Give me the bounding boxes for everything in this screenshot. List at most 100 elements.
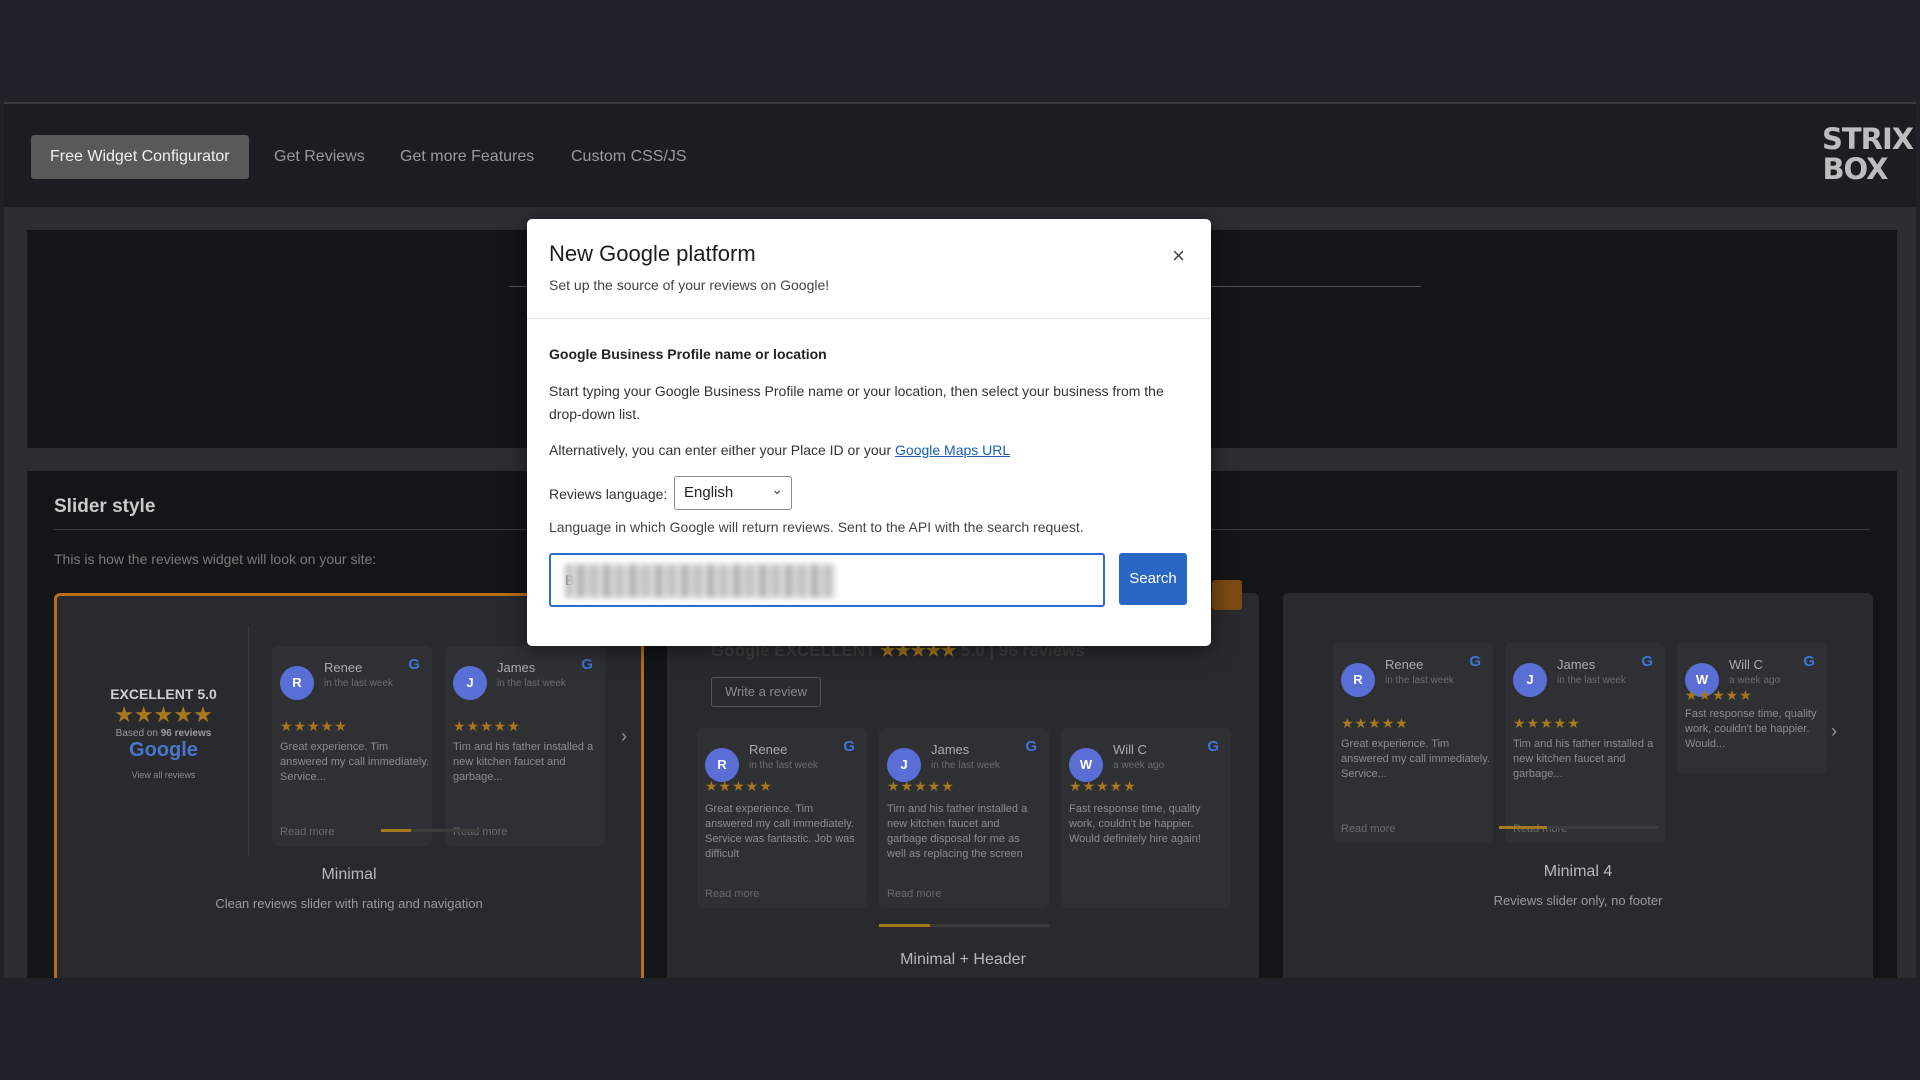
review-time: a week ago <box>1729 675 1781 686</box>
google-icon: G <box>1803 653 1815 670</box>
slider-progress <box>1499 826 1659 829</box>
field-label: Google Business Profile name or location <box>549 346 827 362</box>
reviewer-name: Will C <box>1729 657 1763 672</box>
reviewer-name: Renee <box>324 660 363 675</box>
review-card: W Will C a week ago G ★★★★★ Fast respons… <box>1677 643 1827 773</box>
review-stars: ★★★★★ <box>705 778 773 794</box>
review-text: Tim and his father installed a new kitch… <box>887 803 1028 860</box>
widget-card-minimal[interactable]: EXCELLENT 5.0 ★★★★★ Based on 96 reviews … <box>54 593 644 978</box>
brand-logo: STRIX BOX <box>1822 122 1914 186</box>
review-text: Great experience. Tim answered my call i… <box>705 803 855 860</box>
card-description: Reviews slider only, no footer <box>1493 893 1663 908</box>
redacted-text <box>565 564 835 598</box>
google-maps-url-link[interactable]: Google Maps URL <box>895 442 1010 458</box>
modal-title: New Google platform <box>549 241 756 266</box>
summary-stars: ★★★★★ <box>114 702 213 727</box>
review-time: in the last week <box>1385 675 1454 686</box>
reviewer-name: James <box>1557 657 1596 672</box>
google-icon: G <box>1025 738 1037 755</box>
alternative-text: Alternatively, you can enter either your… <box>549 442 1011 458</box>
review-stars: ★★★★★ <box>1685 687 1753 703</box>
chevron-right-icon[interactable]: › <box>621 726 627 747</box>
new-google-platform-modal: New Google platform Set up the source of… <box>527 219 1211 646</box>
review-card: R Renee in the last week G ★★★★★ Great e… <box>697 728 867 908</box>
review-stars: ★★★★★ <box>887 778 955 794</box>
chevron-right-icon[interactable]: › <box>1831 721 1837 742</box>
screen-bottom-bar <box>0 978 1920 1080</box>
card-title: Minimal <box>321 866 377 883</box>
avatar: J <box>887 748 921 782</box>
review-card: R Renee in the last week G ★★★★★ Great e… <box>1333 643 1493 843</box>
read-more-link[interactable]: Read more <box>705 888 759 900</box>
google-icon: G <box>1469 653 1481 670</box>
card-description: Clean reviews slider with rating and nav… <box>215 896 483 911</box>
card-title: Minimal 4 <box>1543 863 1613 880</box>
review-time: in the last week <box>931 760 1000 771</box>
review-time: in the last week <box>497 678 566 689</box>
search-button[interactable]: Search <box>1119 553 1187 605</box>
google-icon: G <box>581 656 593 673</box>
write-review-button[interactable]: Write a review <box>711 677 821 707</box>
review-time: in the last week <box>324 678 393 689</box>
view-all-reviews-link[interactable]: View all reviews <box>79 770 248 780</box>
review-card: R Renee in the last week G ★★★★★ Great e… <box>272 646 432 846</box>
reviewer-name: Renee <box>1385 657 1424 672</box>
slider-progress <box>381 829 481 832</box>
language-select[interactable]: English ⌄ <box>674 476 792 510</box>
section-description: This is how the reviews widget will look… <box>54 551 377 567</box>
google-icon: G <box>1207 738 1219 755</box>
business-search-input[interactable]: B <box>549 553 1105 607</box>
review-stars: ★★★★★ <box>1069 778 1137 794</box>
tab-free-widget-configurator[interactable]: Free Widget Configurator <box>31 135 249 179</box>
avatar: W <box>1069 748 1103 782</box>
read-more-link[interactable]: Read more <box>280 826 334 838</box>
tab-get-reviews[interactable]: Get Reviews <box>274 135 365 179</box>
read-more-link[interactable]: Read more <box>453 826 507 838</box>
review-stars: ★★★★★ <box>1341 715 1409 731</box>
review-card: J James in the last week G ★★★★★ Tim and… <box>879 728 1049 908</box>
read-more-link[interactable]: Read more <box>887 888 941 900</box>
widget-card-minimal-header[interactable]: Google EXCELLENT ★★★★★ 5.0 | 96 reviews … <box>667 593 1259 978</box>
avatar: J <box>1513 663 1547 697</box>
tab-get-more-features[interactable]: Get more Features <box>400 135 534 179</box>
reviewer-name: Renee <box>749 742 788 757</box>
card-title: Minimal + Header <box>900 951 1026 968</box>
chevron-down-icon: ⌄ <box>771 481 783 497</box>
read-more-link[interactable]: Read more <box>1341 823 1395 835</box>
rating-summary: EXCELLENT 5.0 ★★★★★ Based on 96 reviews … <box>79 626 249 856</box>
selected-badge <box>1212 580 1242 610</box>
tab-custom-css-js[interactable]: Custom CSS/JS <box>571 135 687 179</box>
review-stars: ★★★★★ <box>453 718 521 734</box>
rating-excellent: EXCELLENT 5.0 <box>110 686 217 702</box>
reviewer-name: James <box>931 742 970 757</box>
review-time: in the last week <box>749 760 818 771</box>
review-text: Tim and his father installed a new kitch… <box>453 741 594 783</box>
review-card: J James in the last week G ★★★★★ Tim and… <box>445 646 605 846</box>
avatar: R <box>280 666 314 700</box>
review-text: Tim and his father installed a new kitch… <box>1513 738 1654 780</box>
widget-card-minimal-4[interactable]: R Renee in the last week G ★★★★★ Great e… <box>1283 593 1873 978</box>
review-time: in the last week <box>1557 675 1626 686</box>
review-text: Great experience. Tim answered my call i… <box>1341 738 1490 780</box>
modal-subtitle: Set up the source of your reviews on Goo… <box>549 277 830 293</box>
review-time: a week ago <box>1113 760 1165 771</box>
review-text: Great experience. Tim answered my call i… <box>280 741 429 783</box>
close-icon[interactable]: × <box>1172 245 1185 267</box>
screen-top-bar <box>0 0 1920 102</box>
read-more-link[interactable]: Read more <box>1513 823 1567 835</box>
language-help-text: Language in which Google will return rev… <box>549 519 1084 535</box>
language-label: Reviews language: <box>549 486 668 502</box>
section-title: Slider style <box>54 496 156 517</box>
review-card: W Will C a week ago G ★★★★★ Fast respons… <box>1061 728 1231 908</box>
language-value: English <box>684 484 734 501</box>
top-navbar: Free Widget Configurator Get Reviews Get… <box>4 104 1916 207</box>
google-icon: G <box>843 738 855 755</box>
google-logo: Google <box>129 739 198 761</box>
reviewer-name: Will C <box>1113 742 1147 757</box>
avatar: J <box>453 666 487 700</box>
reviewer-name: James <box>497 660 536 675</box>
review-text: Fast response time, quality work, couldn… <box>1069 803 1201 845</box>
review-stars: ★★★★★ <box>280 718 348 734</box>
instructions-text: Start typing your Google Business Profil… <box>549 383 1164 422</box>
google-icon: G <box>1641 653 1653 670</box>
